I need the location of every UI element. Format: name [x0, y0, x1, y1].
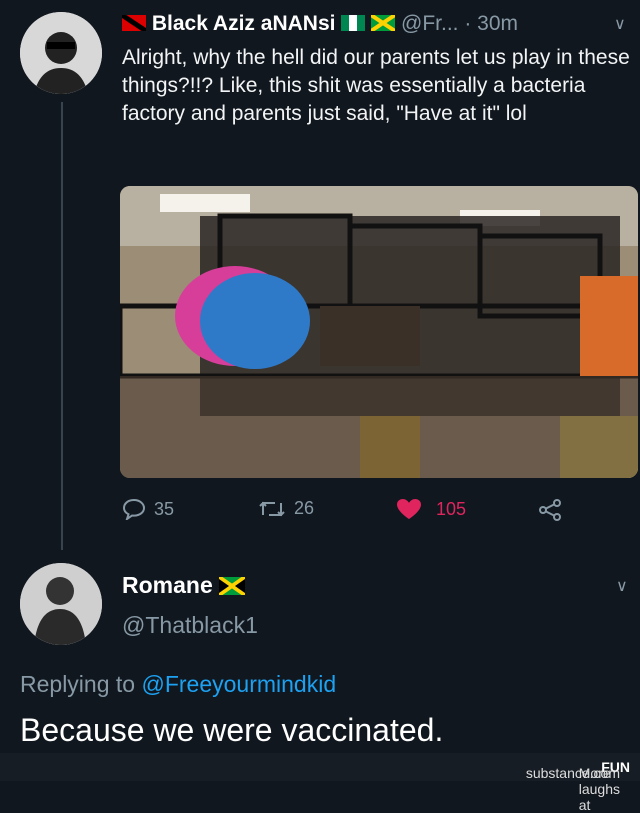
thread-line: [61, 102, 63, 550]
reply-avatar[interactable]: [20, 563, 102, 645]
flag-icon: [370, 13, 397, 33]
flag-icon: [341, 15, 366, 31]
replying-to: Replying to @Freeyourmindkid: [20, 671, 337, 697]
author-name[interactable]: Black Aziz aNANsi: [152, 12, 336, 35]
reply-count: 35: [154, 498, 175, 519]
retweet-action[interactable]: 26: [258, 498, 314, 519]
tweet-time[interactable]: · 30m: [464, 12, 518, 35]
replying-to-link[interactable]: @Freeyourmindkid: [141, 671, 336, 697]
retweet-count: 26: [294, 498, 315, 518]
author-handle[interactable]: @Fr...: [401, 12, 458, 35]
reply-action[interactable]: 35: [122, 498, 174, 520]
reply-text: Because we were vaccinated.: [20, 712, 444, 748]
watermark-footer: More laughs at FUN substance.com: [0, 753, 640, 813]
share-action[interactable]: [538, 498, 562, 522]
author-avatar[interactable]: [20, 12, 102, 94]
tweet-text: Alright, why the hell did our parents le…: [122, 46, 630, 125]
chevron-down-icon[interactable]: ∨: [616, 576, 628, 596]
reply-author-handle[interactable]: @Thatblack1: [122, 612, 258, 639]
flag-icon: [218, 575, 247, 597]
like-action[interactable]: 105: [396, 498, 466, 520]
like-count: 105: [436, 498, 467, 519]
retweet-icon: [259, 501, 285, 516]
flag-icon: [120, 12, 148, 34]
share-icon: [539, 499, 561, 521]
chevron-down-icon[interactable]: ∨: [614, 14, 626, 34]
heart-icon: [397, 499, 421, 519]
reply-author-name[interactable]: Romane: [122, 572, 247, 599]
tweet-header: Black Aziz aNANsi @Fr... · 30m: [120, 12, 518, 36]
tweet-image[interactable]: [120, 186, 638, 478]
reply-icon: [122, 498, 146, 520]
